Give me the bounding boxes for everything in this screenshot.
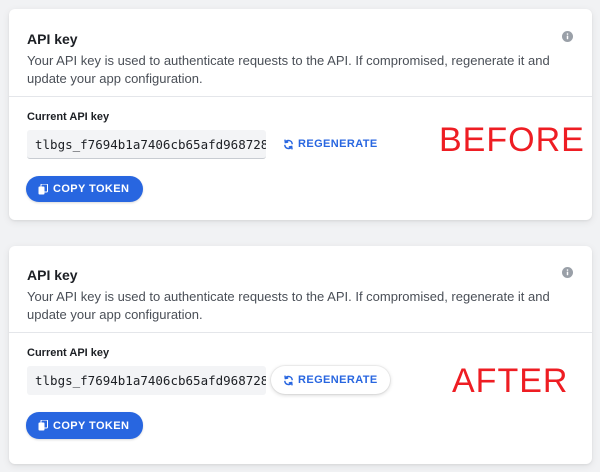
regenerate-button[interactable]: REGENERATE <box>271 366 390 394</box>
copy-token-button[interactable]: COPY TOKEN <box>26 412 144 439</box>
copy-token-label: COPY TOKEN <box>53 183 130 195</box>
after-annotation: AFTER <box>452 362 569 400</box>
divider <box>9 96 592 97</box>
info-circle-icon[interactable] <box>562 267 573 278</box>
api-key-value: tlbgs_f7694b1a7406cb65afd968728f <box>35 373 266 388</box>
refresh-icon <box>284 139 293 149</box>
copy-token-label: COPY TOKEN <box>53 419 130 432</box>
copy-token-button[interactable]: COPY TOKEN <box>26 176 144 202</box>
card-description: Your API key is used to authenticate req… <box>27 289 550 322</box>
divider <box>9 332 592 333</box>
api-key-field[interactable]: tlbgs_f7694b1a7406cb65afd968728f <box>27 366 266 395</box>
copy-icon <box>38 183 48 194</box>
info-circle-icon[interactable] <box>562 31 573 42</box>
regenerate-label: REGENERATE <box>298 138 378 150</box>
api-key-card-after: API key Your API key is used to authenti… <box>9 246 592 464</box>
api-key-value: tlbgs_f7694b1a7406cb65afd968728f0 <box>35 136 266 152</box>
api-key-field[interactable]: tlbgs_f7694b1a7406cb65afd968728f0 <box>27 130 266 159</box>
card-title: API key <box>27 267 78 283</box>
regenerate-button[interactable]: REGENERATE <box>283 138 378 150</box>
copy-icon <box>38 420 48 431</box>
refresh-icon <box>284 375 293 385</box>
before-annotation: BEFORE <box>439 121 585 159</box>
card-description: Your API key is used to authenticate req… <box>27 53 550 86</box>
regenerate-label: REGENERATE <box>298 374 378 386</box>
api-key-label: Current API key <box>27 111 110 123</box>
card-title: API key <box>27 31 78 47</box>
api-key-card-before: API key Your API key is used to authenti… <box>9 9 592 220</box>
api-key-label: Current API key <box>27 347 110 359</box>
